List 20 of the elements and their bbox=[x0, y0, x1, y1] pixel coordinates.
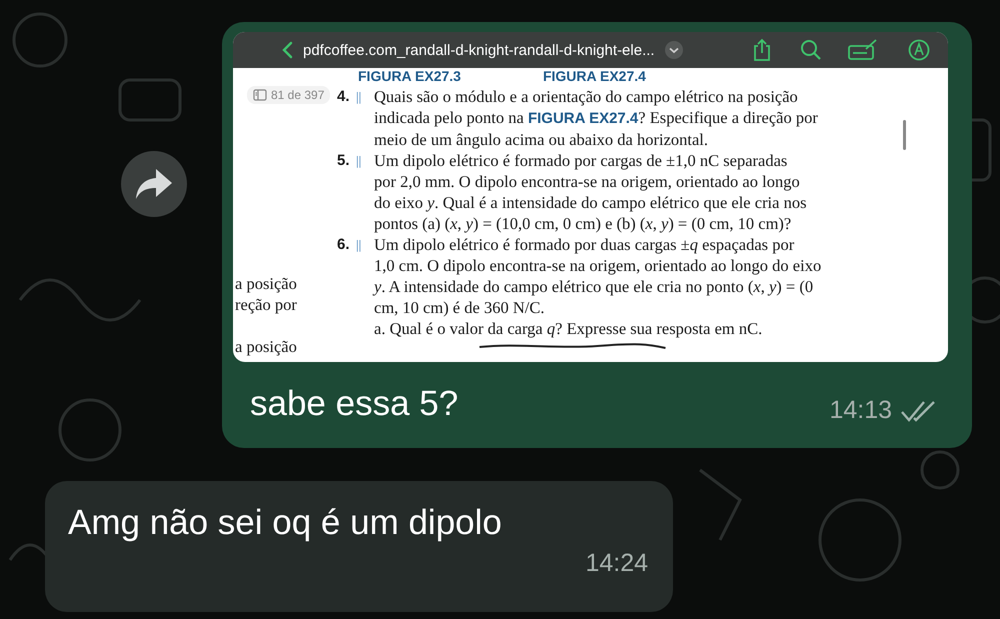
side-text-fragment: reção por bbox=[235, 294, 298, 315]
document-title: pdfcoffee.com_randall-d-knight-randall-d-knight-ele... bbox=[303, 42, 655, 58]
problem-text: Um dipolo elétrico é formado por cargas de ±1,0 nC separadas por 2,0 mm. O dipolo encontra-se na origem, orientado ao longo do eixo y. Qual é a intensidade do campo elétrico que ele cria nos pontos (a) (x, y) = (10,0 cm, 0 cm) e (b) (x, y) = (0 cm, 10 cm)? bbox=[374, 150, 807, 234]
difficulty-mark: || bbox=[356, 152, 362, 170]
message-text: sabe essa 5? bbox=[250, 384, 458, 424]
difficulty-mark: || bbox=[356, 88, 362, 106]
figure-caption: FIGURA EX27.3 bbox=[358, 68, 461, 84]
difficulty-mark: || bbox=[356, 236, 362, 254]
message-time: 14:13 bbox=[829, 396, 892, 425]
message-time: 14:24 bbox=[585, 549, 648, 578]
side-text-fragment: a posição bbox=[235, 336, 298, 357]
problem-text: Um dipolo elétrico é formado por duas cargas ±q espaçadas por 1,0 cm. O dipolo encontra-se na origem, orientado ao longo do eixo y. A intensidade do campo elétrico que ele cria no ponto (x, y) = (0 cm, 10 cm) é de 360 N/C. a. Qual é o valor da carga q? Expresse sua resposta em nC. bbox=[374, 234, 822, 339]
figure-caption: FIGURA EX27.4 bbox=[542, 68, 646, 84]
problem-text: Quais são o módulo e a orientação do campo elétrico na posição indicada pelo ponto na FIGURA EX27.4? Especifique a direção por meio de um ângulo acima ou abaixo da horizontal. bbox=[374, 86, 818, 150]
problem-number: 5. bbox=[337, 151, 351, 171]
problem-number: 6. bbox=[337, 235, 351, 255]
message-text: Amg não sei oq é um dipolo bbox=[68, 503, 503, 543]
problem-number: 4. bbox=[337, 87, 351, 107]
page-count: 81 de 397 bbox=[271, 88, 324, 102]
side-text-fragment: a posição bbox=[235, 273, 298, 294]
